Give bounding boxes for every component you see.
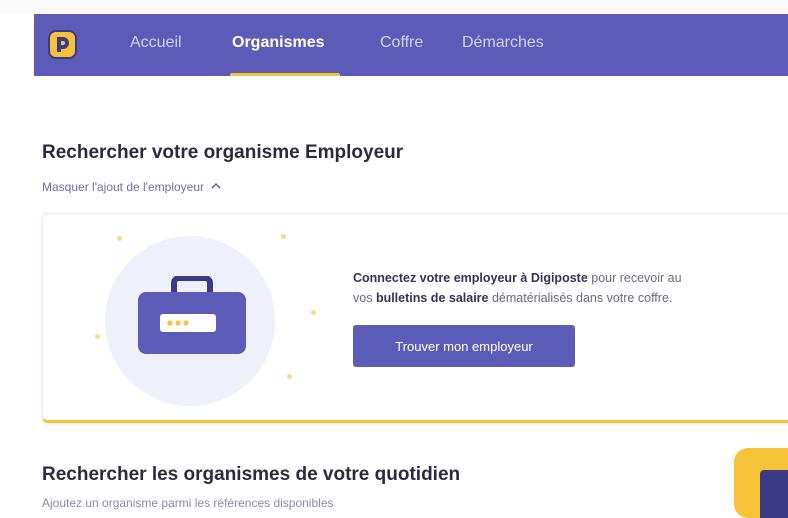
nav-item-organismes[interactable]: Organismes <box>232 34 324 52</box>
daily-section-title: Rechercher les organismes de votre quoti… <box>42 464 461 485</box>
find-employer-button[interactable]: Trouver mon employeur <box>353 325 575 367</box>
nav-item-accueil[interactable]: Accueil <box>130 34 182 52</box>
chevron-up-icon <box>207 180 221 194</box>
nav-item-demarches[interactable]: Démarches <box>462 34 544 52</box>
digiposte-logo-icon[interactable] <box>48 30 77 59</box>
decor-dot-icon <box>95 334 100 339</box>
main-content: Rechercher votre organisme Employeur Mas… <box>34 76 788 518</box>
hide-employer-toggle-label: Masquer l'ajout de l'employeur <box>42 180 204 194</box>
decor-dot-icon <box>287 374 292 379</box>
decor-dot-icon <box>281 234 286 239</box>
briefcase-icon <box>136 275 248 361</box>
connect-employer-text: Connectez votre employeur à Digiposte po… <box>353 271 682 305</box>
top-strip <box>0 0 788 14</box>
partner-logo-inner <box>760 470 788 518</box>
daily-section-subtitle: Ajoutez un organisme parmi les référence… <box>42 496 334 510</box>
connect-employer-card: Connectez votre employeur à Digiposte po… <box>42 213 788 423</box>
top-navbar: Accueil Organismes Coffre Démarches <box>34 14 788 77</box>
employer-section-title: Rechercher votre organisme Employeur <box>42 142 404 163</box>
partner-logo-icon <box>734 448 788 518</box>
hide-employer-toggle[interactable]: Masquer l'ajout de l'employeur <box>42 180 221 194</box>
nav-item-coffre[interactable]: Coffre <box>380 34 423 52</box>
decor-dot-icon <box>311 310 316 315</box>
decor-dot-icon <box>117 236 122 241</box>
